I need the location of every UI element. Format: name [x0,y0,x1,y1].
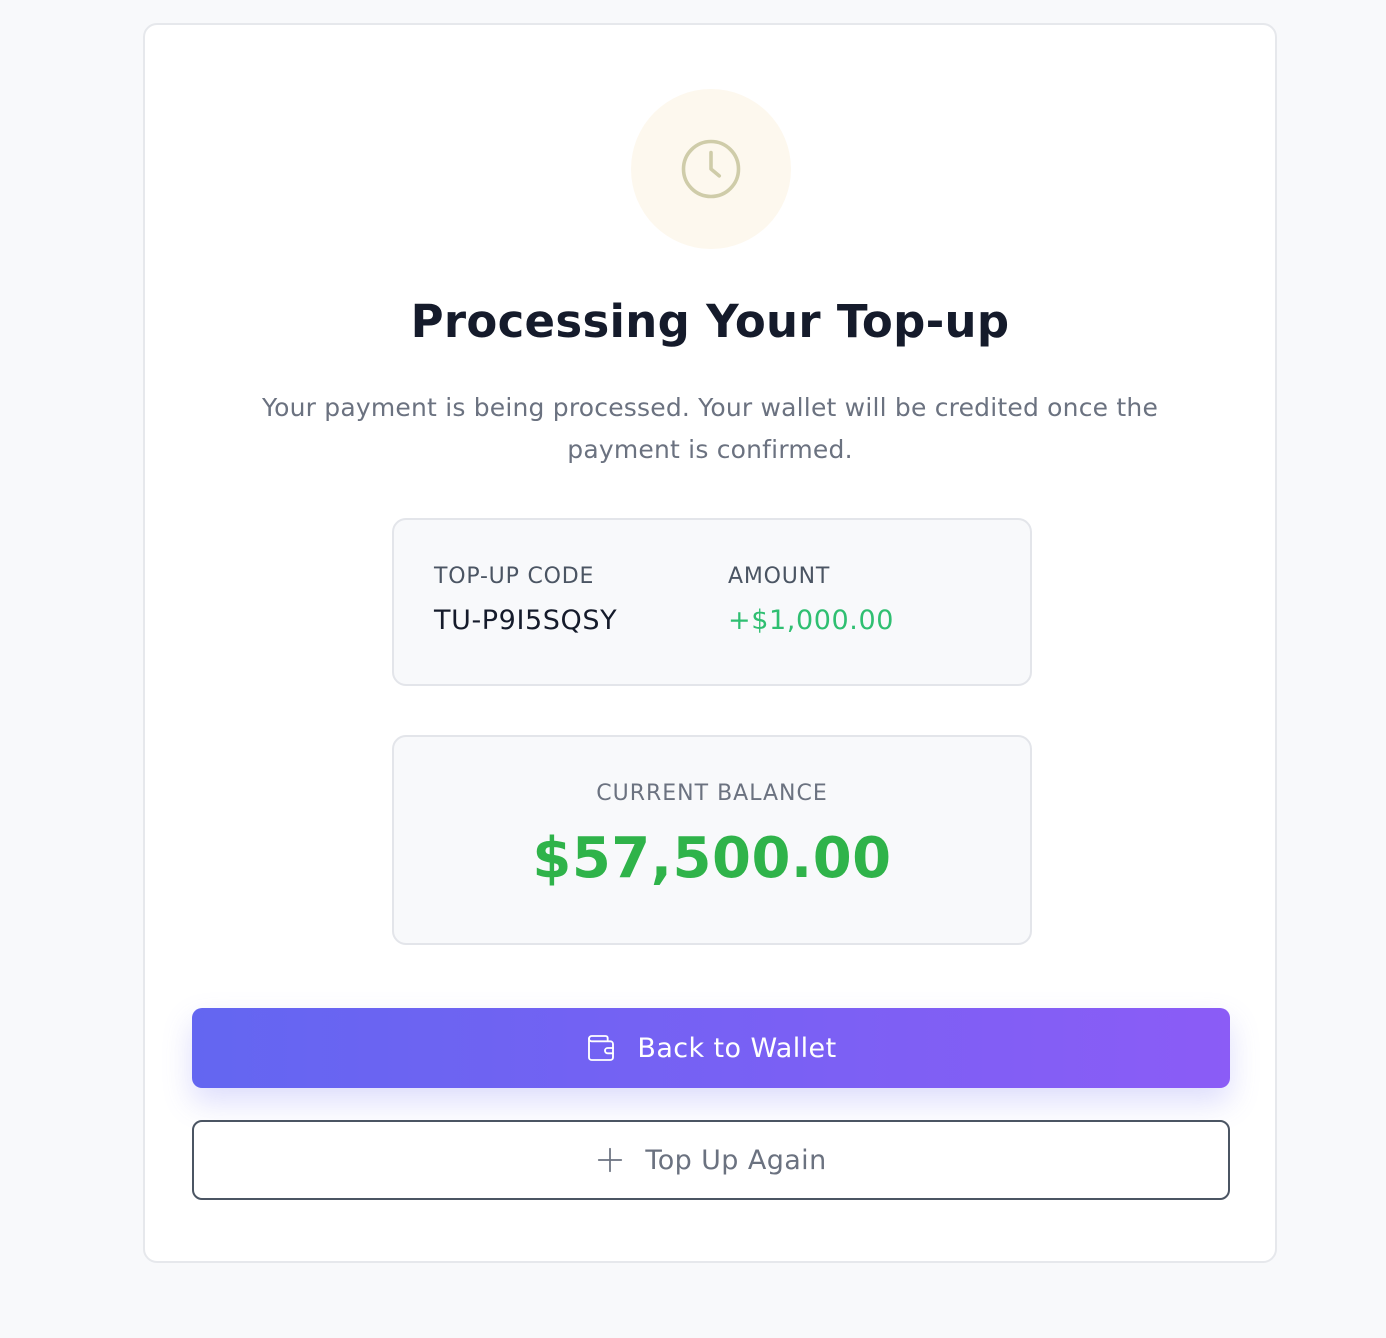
back-to-wallet-label: Back to Wallet [637,1032,837,1064]
pending-status-indicator [631,89,791,249]
back-to-wallet-button[interactable]: Back to Wallet [192,1008,1230,1088]
amount-value: +$1,000.00 [728,605,895,636]
plus-icon [598,1147,623,1173]
topup-code-label: TOP-UP CODE [434,564,595,589]
page-title: Processing Your Top-up [410,295,1010,348]
amount-section: AMOUNT +$1,000.00 [728,564,894,636]
top-up-again-button[interactable]: Top Up Again [192,1120,1230,1200]
clock-icon [681,139,741,199]
amount-label: AMOUNT [728,564,831,589]
status-message: Your payment is being processed. Your wa… [261,393,1159,464]
top-up-again-label: Top Up Again [645,1144,827,1176]
topup-status-card: Processing Your Top-up Your payment is b… [143,23,1277,1263]
topup-code-section: TOP-UP CODE TU-P9I5SQSY [434,564,617,636]
topup-details-panel: TOP-UP CODE TU-P9I5SQSY AMOUNT +$1,000.0… [392,518,1032,686]
balance-label: CURRENT BALANCE [596,781,828,806]
wallet-icon [588,1035,615,1061]
topup-code-value: TU-P9I5SQSY [434,605,618,636]
balance-value: $57,500.00 [532,826,892,891]
current-balance-panel: CURRENT BALANCE $57,500.00 [392,735,1032,945]
